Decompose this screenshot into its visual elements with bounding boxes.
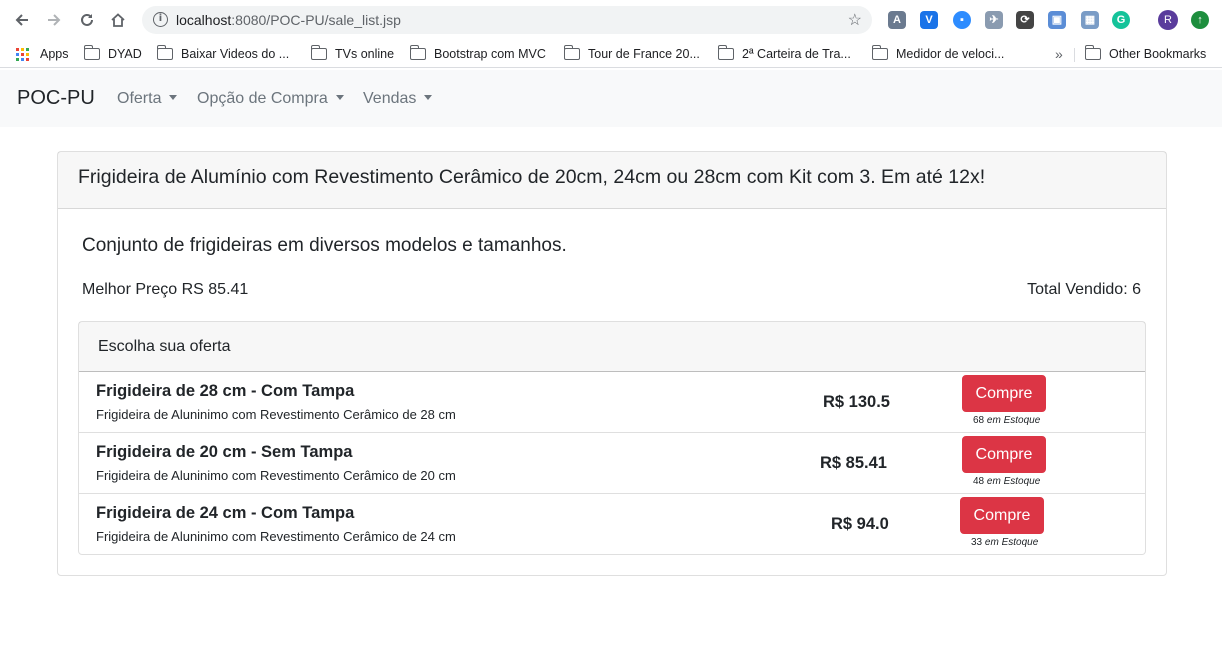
offer-price: R$ 85.41 (820, 454, 887, 472)
bookmark-label: Apps (40, 47, 69, 61)
sync-extension-icon[interactable]: ⟳ (1016, 11, 1034, 29)
image-extension-icon[interactable]: ▣ (1048, 11, 1066, 29)
bookmark-baixar-videos[interactable]: Baixar Videos do ... (156, 44, 290, 64)
bookmarks-divider (1074, 48, 1075, 62)
stock-count: 33 (971, 537, 983, 548)
back-arrow-icon[interactable] (11, 9, 33, 31)
nav-dropdown-vendas[interactable]: Vendas (363, 90, 433, 108)
offer-price: R$ 94.0 (831, 515, 889, 533)
url-host: localhost (176, 12, 232, 28)
nav-dropdown-opcao-compra[interactable]: Opção de Compra (197, 90, 344, 108)
buy-button[interactable]: Compre (962, 375, 1046, 412)
bookmarks-overflow-chevron[interactable]: » (1055, 44, 1063, 64)
bookmark-carteira-trabalho[interactable]: 2ª Carteira de Tra... (717, 44, 851, 64)
navbar-brand[interactable]: POC-PU (17, 87, 95, 110)
best-price: Melhor Preço RS 85.41 (82, 281, 249, 298)
bookmark-other-bookmarks[interactable]: Other Bookmarks (1084, 44, 1207, 64)
satellite-extension-icon[interactable]: ✈ (985, 11, 1003, 29)
update-arrow-icon[interactable]: ↑ (1191, 11, 1209, 29)
offer-description: Frigideira de Aluninimo com Revestimento… (96, 407, 456, 422)
offer-row: Frigideira de 24 cm - Com Tampa Frigidei… (79, 493, 1145, 554)
folder-icon (156, 45, 173, 60)
offer-price: R$ 130.5 (823, 393, 890, 411)
apps-grid-icon (16, 47, 29, 61)
offer-stock: 68 em Estoque (973, 415, 1040, 426)
buy-button[interactable]: Compre (962, 436, 1046, 473)
nav-dropdown-oferta[interactable]: Oferta (117, 90, 178, 108)
angular-extension-icon[interactable]: A (888, 11, 906, 29)
total-sold: Total Vendido: 6 (1027, 281, 1141, 298)
stock-label: em Estoque (986, 415, 1041, 426)
reload-icon[interactable] (76, 9, 98, 31)
site-navbar: POC-PU Oferta Opção de Compra Vendas (0, 70, 1222, 127)
grid-extension-icon[interactable]: ▦ (1081, 11, 1099, 29)
nav-label: Vendas (363, 90, 417, 107)
buy-button[interactable]: Compre (960, 497, 1044, 534)
bookmark-label: Medidor de veloci... (896, 47, 1005, 61)
browser-toolbar: i localhost:8080/POC-PU/sale_list.jsp ☆ … (0, 0, 1222, 40)
forward-arrow-icon[interactable] (43, 9, 65, 31)
offer-name: Frigideira de 24 cm - Com Tampa (96, 504, 355, 522)
bookmark-label: Baixar Videos do ... (181, 47, 290, 61)
bookmark-tvs-online[interactable]: TVs online (310, 44, 395, 64)
offer-row: Frigideira de 28 cm - Com Tampa Frigidei… (79, 371, 1145, 432)
folder-icon (83, 45, 100, 60)
bookmarks-bar: Apps DYAD Baixar Videos do ... TVs onlin… (0, 40, 1222, 68)
address-bar[interactable]: i localhost:8080/POC-PU/sale_list.jsp ☆ (142, 6, 872, 34)
bookmark-medidor-velocidade[interactable]: Medidor de veloci... (871, 44, 1005, 64)
nav-label: Oferta (117, 90, 162, 107)
product-title: Frigideira de Alumínio com Revestimento … (78, 166, 986, 188)
offer-stock: 33 em Estoque (971, 537, 1038, 548)
caret-down-icon (335, 95, 344, 100)
folder-icon (563, 45, 580, 60)
bookmark-label: Bootstrap com MVC (434, 47, 546, 61)
offer-name: Frigideira de 20 cm - Sem Tampa (96, 443, 353, 461)
caret-down-icon (169, 95, 178, 100)
offer-description: Frigideira de Aluninimo com Revestimento… (96, 468, 456, 483)
bookmark-star-icon[interactable]: ☆ (848, 10, 862, 30)
stock-label: em Estoque (986, 476, 1041, 487)
offers-panel: Escolha sua oferta Frigideira de 28 cm -… (78, 321, 1146, 555)
bookmark-label: Tour de France 20... (588, 47, 700, 61)
offer-stock: 48 em Estoque (973, 476, 1040, 487)
offer-row: Frigideira de 20 cm - Sem Tampa Frigidei… (79, 432, 1145, 493)
folder-icon (310, 45, 327, 60)
bookmark-apps[interactable]: Apps (16, 44, 69, 64)
bookmark-label: 2ª Carteira de Tra... (742, 47, 851, 61)
stock-label: em Estoque (984, 537, 1039, 548)
home-icon[interactable] (107, 9, 129, 31)
offer-name: Frigideira de 28 cm - Com Tampa (96, 382, 355, 400)
folder-icon (1084, 45, 1101, 60)
address-url[interactable]: localhost:8080/POC-PU/sale_list.jsp (176, 12, 401, 28)
offers-header (79, 322, 1145, 372)
bookmark-label: Other Bookmarks (1109, 47, 1207, 61)
bookmark-tour-de-france[interactable]: Tour de France 20... (563, 44, 700, 64)
grammarly-extension-icon[interactable]: G (1112, 11, 1130, 29)
zoom-extension-icon[interactable]: ▪ (953, 11, 971, 29)
folder-icon (409, 45, 426, 60)
bookmark-label: TVs online (335, 47, 395, 61)
bookmark-bootstrap-mvc[interactable]: Bootstrap com MVC (409, 44, 546, 64)
offer-description: Frigideira de Aluninimo com Revestimento… (96, 529, 456, 544)
folder-icon (871, 45, 888, 60)
nav-label: Opção de Compra (197, 90, 328, 107)
folder-icon (717, 45, 734, 60)
bookmark-dyad[interactable]: DYAD (83, 44, 142, 64)
product-subtitle: Conjunto de frigideiras em diversos mode… (82, 235, 567, 256)
caret-down-icon (424, 95, 433, 100)
site-info-icon[interactable]: i (153, 12, 168, 27)
offers-header-title: Escolha sua oferta (98, 338, 231, 355)
v-extension-icon[interactable]: V (920, 11, 938, 29)
profile-avatar[interactable]: R (1158, 10, 1178, 30)
stock-count: 68 (973, 415, 985, 426)
bookmark-label: DYAD (108, 47, 142, 61)
url-path: :8080/POC-PU/sale_list.jsp (231, 12, 401, 28)
product-card: Frigideira de Alumínio com Revestimento … (57, 151, 1167, 576)
stock-count: 48 (973, 476, 985, 487)
